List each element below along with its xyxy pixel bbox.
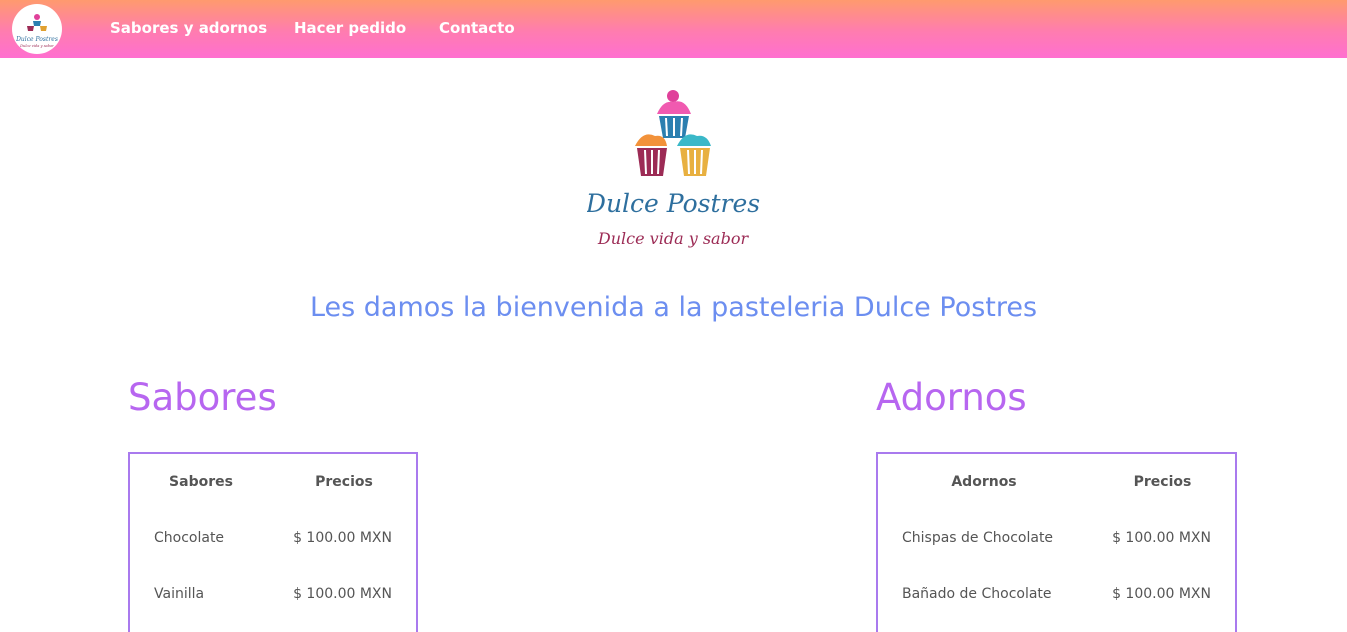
hero-logo-tagline: Dulce vida y sabor [597,229,750,248]
cupcakes-logo-icon: Dulce Postres Dulce vida y sabor [585,90,760,248]
table-header-row: Adornos Precios [878,454,1235,510]
hero-logo: Dulce Postres Dulce vida y sabor [585,86,763,258]
adornos-title: Adornos [876,376,1027,419]
sabores-row-price: $ 100.00 MXN [293,530,392,546]
table-row: Chispas de Chocolate $ 100.00 MXN [878,510,1235,566]
nav-link-contacto[interactable]: Contacto [439,19,515,37]
hero-logo-title: Dulce Postres [587,189,760,218]
table-row: Vainilla $ 100.00 MXN [130,566,416,622]
top-navbar: Dulce Postres Dulce vida y sabor Sabores… [0,0,1347,58]
nav-link-sabores-y-adornos[interactable]: Sabores y adornos [110,19,267,37]
adornos-row-price: $ 100.00 MXN [1112,530,1211,546]
sabores-row-price: $ 100.00 MXN [293,586,392,602]
nav-logo-link[interactable]: Dulce Postres Dulce vida y sabor [12,4,62,54]
table-row: Chocolate $ 100.00 MXN [130,510,416,566]
adornos-header-name: Adornos [951,474,1017,490]
nav-logo-title: Dulce Postres [15,36,58,43]
nav-link-hacer-pedido[interactable]: Hacer pedido [294,19,406,37]
sabores-header-name: Sabores [169,474,233,490]
adornos-row-name: Chispas de Chocolate [902,530,1054,546]
sabores-title: Sabores [128,376,277,419]
welcome-heading: Les damos la bienvenida a la pasteleria … [309,292,1038,323]
sabores-table: Sabores Precios Chocolate $ 100.00 MXN V… [128,452,418,632]
adornos-row-name: Bañado de Chocolate [902,586,1052,602]
table-header-row: Sabores Precios [130,454,416,510]
nav-logo-tagline: Dulce vida y sabor [19,44,54,48]
adornos-table: Adornos Precios Chispas de Chocolate $ 1… [876,452,1237,632]
adornos-row-price: $ 100.00 MXN [1112,586,1211,602]
cupcake-logo-icon: Dulce Postres Dulce vida y sabor [15,14,58,48]
sabores-header-price: Precios [315,474,373,490]
adornos-header-price: Precios [1133,474,1192,490]
sabores-row-name: Chocolate [154,530,225,546]
sabores-row-name: Vainilla [154,586,205,602]
table-row: Bañado de Chocolate $ 100.00 MXN [878,566,1235,622]
